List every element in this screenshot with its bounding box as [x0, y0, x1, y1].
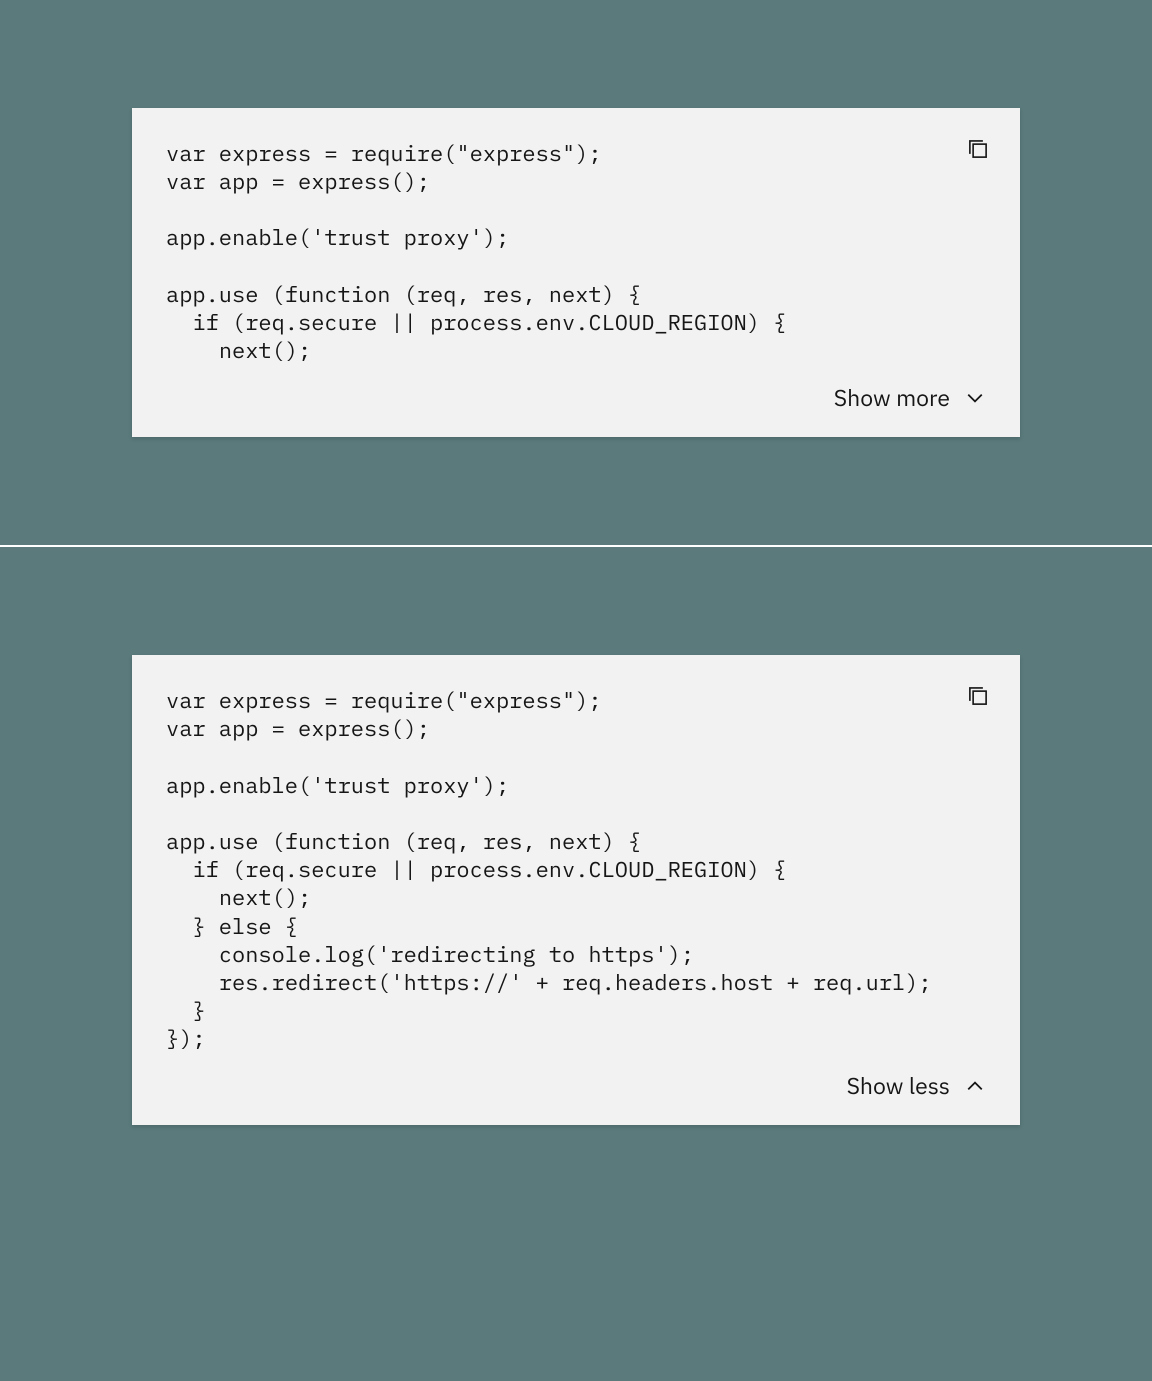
- copy-button[interactable]: [962, 681, 994, 713]
- toggle-label: Show more: [834, 383, 950, 413]
- toggle-label: Show less: [847, 1071, 950, 1101]
- show-more-toggle[interactable]: Show more: [166, 383, 986, 413]
- copy-icon: [965, 683, 991, 712]
- copy-button[interactable]: [962, 134, 994, 166]
- code-content: var express = require("express"); var ap…: [166, 140, 986, 365]
- example-expanded-section: var express = require("express"); var ap…: [0, 547, 1152, 1233]
- code-panel: var express = require("express"); var ap…: [132, 655, 1020, 1125]
- example-collapsed-section: var express = require("express"); var ap…: [0, 0, 1152, 545]
- code-panel: var express = require("express"); var ap…: [132, 108, 1020, 437]
- code-content: var express = require("express"); var ap…: [166, 687, 986, 1053]
- chevron-up-icon: [964, 1075, 986, 1097]
- show-less-toggle[interactable]: Show less: [166, 1071, 986, 1101]
- chevron-down-icon: [964, 387, 986, 409]
- copy-icon: [965, 136, 991, 165]
